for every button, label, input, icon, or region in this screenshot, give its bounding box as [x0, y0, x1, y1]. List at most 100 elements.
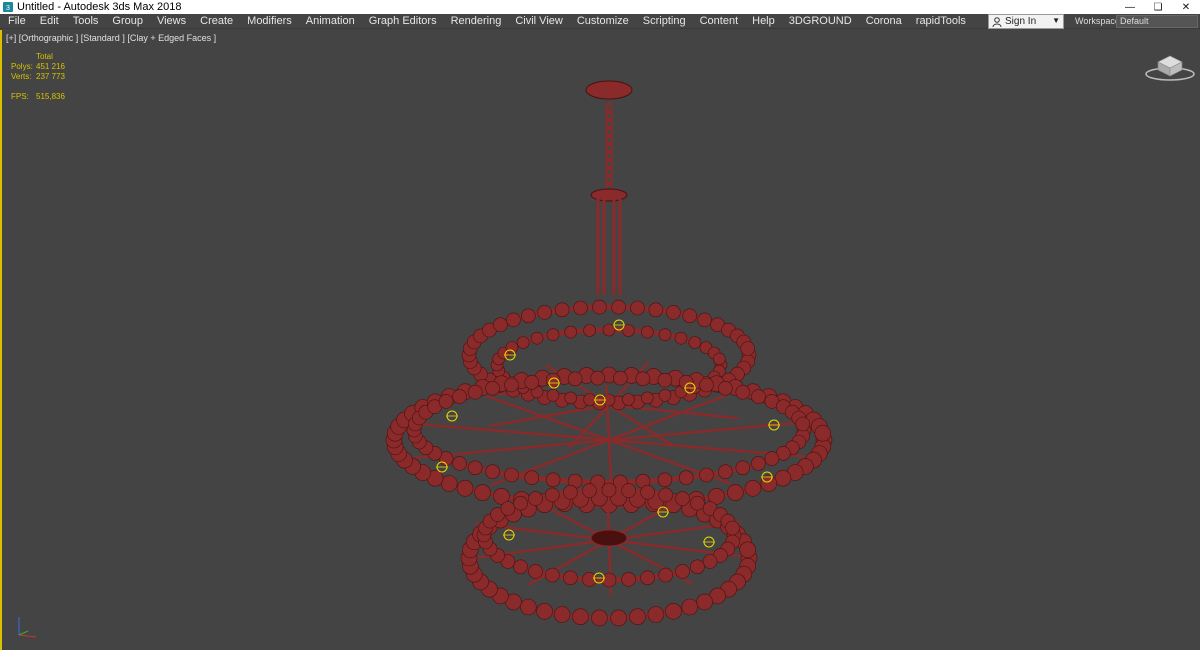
bottom-ring-bead: [553, 606, 571, 623]
3ds-max-icon: 3: [3, 2, 13, 12]
middle-inner-ring-bead: [657, 372, 673, 388]
top-inner-ring-bead: [658, 388, 672, 402]
user-icon: [992, 16, 1002, 27]
upper-cap: [590, 188, 628, 202]
bottom-inner-ring-bead: [675, 564, 690, 579]
menu-customize[interactable]: Customize: [570, 14, 636, 29]
top-ring-bead: [648, 302, 664, 318]
menu-create[interactable]: Create: [193, 14, 240, 29]
chandelier-model[interactable]: [2, 30, 1200, 650]
middle-ring-bead: [727, 484, 744, 501]
middle-inner-ring-bead: [524, 374, 540, 390]
bottom-inner-ring-bead: [621, 483, 636, 498]
middle-inner-ring-bead: [635, 371, 651, 387]
title-bar: 3 Untitled - Autodesk 3ds Max 2018 — ❏ ✕: [0, 0, 1200, 14]
middle-inner-ring-bead: [524, 470, 540, 486]
menu-3dground[interactable]: 3DGROUND: [782, 14, 859, 29]
top-inner-ring-bead: [712, 352, 726, 366]
bottom-inner-ring-bead: [601, 482, 617, 498]
middle-ring-bead: [456, 479, 474, 497]
bottom-inner-ring-bead: [582, 483, 597, 498]
bottom-inner-ring-bead: [500, 501, 516, 516]
menu-rapidtools[interactable]: rapidTools: [909, 14, 973, 29]
bottom-ring-bead: [536, 602, 553, 620]
middle-inner-ring-bead: [718, 464, 733, 480]
bottom-inner-ring-bead: [725, 520, 740, 536]
top-ring-bead: [697, 312, 712, 328]
bottom-inner-ring-bead: [702, 554, 718, 569]
menu-group[interactable]: Group: [105, 14, 150, 29]
middle-inner-ring-bead: [452, 456, 467, 471]
top-ring-bead: [537, 305, 552, 320]
middle-inner-ring-bead: [699, 377, 714, 393]
middle-inner-ring-bead: [467, 460, 483, 476]
middle-inner-ring-bead: [485, 380, 500, 396]
top-inner-ring-bead: [546, 328, 560, 342]
top-inner-ring-bead: [564, 391, 578, 405]
menu-corona[interactable]: Corona: [859, 14, 909, 29]
menu-graph-editors[interactable]: Graph Editors: [362, 14, 444, 29]
menu-content[interactable]: Content: [693, 14, 746, 29]
top-inner-ring-bead: [546, 388, 560, 402]
menu-rendering[interactable]: Rendering: [444, 14, 509, 29]
menu-views[interactable]: Views: [150, 14, 193, 29]
middle-inner-ring-bead: [438, 394, 454, 409]
bottom-ring-bead: [519, 598, 537, 616]
middle-ring-bead: [814, 424, 832, 442]
middle-ring-bead: [474, 484, 491, 501]
menu-civil-view[interactable]: Civil View: [508, 14, 569, 29]
workspace-select[interactable]: Default: [1116, 15, 1198, 28]
bottom-inner-ring-bead: [528, 491, 543, 506]
menu-tools[interactable]: Tools: [66, 14, 106, 29]
bottom-inner-ring-bead: [690, 495, 705, 511]
menu-animation[interactable]: Animation: [299, 14, 362, 29]
bottom-inner-ring-bead: [690, 559, 705, 575]
menu-edit[interactable]: Edit: [33, 14, 66, 29]
menu-file[interactable]: File: [0, 14, 33, 29]
perspective-viewport[interactable]: [+] [Orthographic ] [Standard ] [Clay + …: [0, 30, 1200, 650]
bottom-ring-bead: [665, 602, 682, 620]
bottom-ring-bead: [610, 609, 627, 627]
restore-icon[interactable]: ❏: [1144, 0, 1172, 14]
bottom-inner-ring-bead: [544, 567, 560, 583]
menu-scripting[interactable]: Scripting: [636, 14, 693, 29]
minimize-icon[interactable]: —: [1116, 0, 1144, 14]
bottom-ring-bead: [739, 541, 757, 559]
bottom-ring-bead: [647, 606, 665, 623]
menu-help[interactable]: Help: [745, 14, 782, 29]
axis-tripod-icon: [18, 617, 37, 638]
bottom-inner-ring-bead: [513, 495, 528, 511]
middle-inner-ring-bead: [751, 389, 766, 404]
chevron-down-icon: ▼: [1052, 16, 1060, 25]
bottom-inner-ring-bead: [528, 564, 543, 579]
close-icon[interactable]: ✕: [1172, 0, 1200, 14]
middle-inner-ring-bead: [699, 467, 714, 483]
menu-modifiers[interactable]: Modifiers: [240, 14, 299, 29]
bottom-inner-ring-bead: [621, 572, 636, 587]
bottom-ring-bead: [696, 593, 713, 611]
ceiling-canopy: [585, 80, 633, 100]
top-ring-bead: [506, 312, 521, 328]
bottom-inner-ring-bead: [563, 484, 578, 500]
bottom-inner-ring-bead: [544, 487, 560, 503]
top-inner-ring-bead: [640, 325, 654, 339]
sign-in-label: Sign In: [1005, 16, 1037, 27]
middle-inner-ring-bead: [795, 416, 811, 432]
window-title: Untitled - Autodesk 3ds Max 2018: [17, 1, 182, 13]
middle-inner-ring-bead: [590, 370, 606, 386]
sign-in-button[interactable]: Sign In ▼: [988, 14, 1064, 29]
middle-inner-ring-bead: [718, 380, 733, 396]
middle-inner-ring-bead: [751, 456, 766, 471]
top-inner-ring-bead: [583, 324, 596, 337]
middle-inner-ring-bead: [612, 370, 628, 386]
middle-inner-ring-bead: [735, 384, 751, 400]
bottom-ring-bead: [591, 609, 608, 627]
middle-ring-spoke: [604, 384, 611, 441]
top-ring-bead: [554, 302, 570, 318]
top-ring-bead: [630, 300, 645, 316]
middle-inner-ring-bead: [504, 467, 519, 483]
top-inner-ring-bead: [688, 336, 702, 349]
middle-inner-ring-bead: [678, 374, 694, 390]
bottom-inner-ring-bead: [675, 491, 690, 506]
svg-text:3: 3: [6, 5, 10, 12]
